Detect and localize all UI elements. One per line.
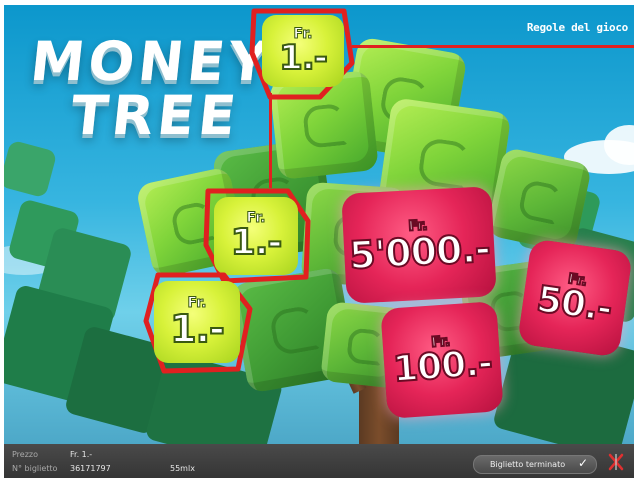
prize-tile[interactable]: Fr. 100.- [380, 301, 504, 419]
game-logo: MONEY TREE [22, 30, 276, 147]
prize-amount: 100.- [391, 342, 494, 392]
win-line-vertical [269, 93, 272, 188]
prize-amount: 1.- [230, 222, 284, 263]
win-line-horizontal [352, 45, 634, 48]
prize-tile[interactable]: Fr. 1.- [214, 197, 298, 275]
ticket-finished-button[interactable]: Biglietto terminato ✓ [473, 455, 597, 474]
prize-tile[interactable]: Fr. 1.- [262, 15, 344, 87]
prize-tile[interactable]: Fr. 50.- [517, 238, 633, 358]
ticket-info-bar: Prezzo Fr. 1.- N° biglietto 36171797 55m… [4, 444, 634, 478]
rules-link[interactable]: Regole del gioco [527, 21, 628, 34]
prize-tile[interactable]: Fr. 5'000.- [341, 186, 497, 304]
background-bush [4, 139, 58, 199]
game-window: MONEY TREE Regole del gioco Fr. 1.- Fr. … [0, 0, 638, 479]
prize-amount: 1.- [169, 307, 226, 351]
close-icon[interactable] [605, 452, 625, 472]
prize-amount: 5'000.- [347, 225, 492, 278]
check-icon: ✓ [577, 456, 588, 470]
game-stage: MONEY TREE Regole del gioco Fr. 1.- Fr. … [4, 5, 634, 444]
prize-tile[interactable]: Fr. 1.- [154, 281, 240, 363]
prize-amount: 1.- [278, 38, 329, 78]
logo-line-1: MONEY [27, 30, 276, 93]
ticket-finished-label: Biglietto terminato [490, 460, 566, 469]
logo-line-2: TREE [67, 84, 243, 147]
tree-cube [485, 146, 593, 254]
prize-amount: 50.- [533, 278, 615, 331]
price-label: Prezzo [12, 450, 39, 459]
price-value: Fr. 1.- [70, 450, 93, 459]
ticket-extra-value: 55mlx [170, 464, 195, 473]
ticket-number-label: N° biglietto [12, 464, 58, 473]
ticket-number-value: 36171797 [70, 464, 111, 473]
